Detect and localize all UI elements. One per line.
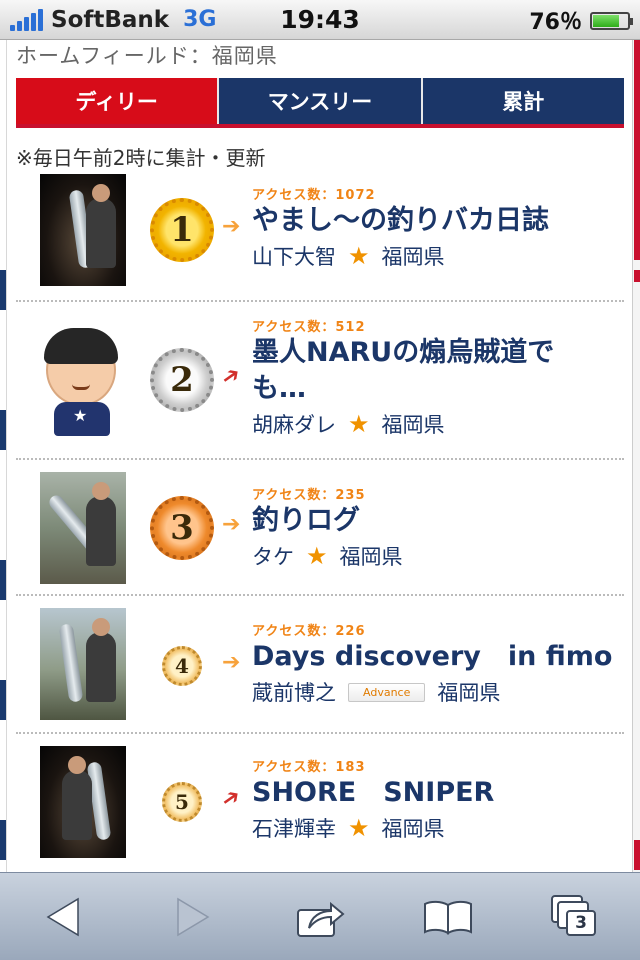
blog-title-link[interactable]: SHORE SNIPER xyxy=(252,775,624,811)
blog-title-link[interactable]: 墨人NARUの煽烏賊道で も… xyxy=(252,335,624,407)
tabs-icon[interactable]: 3 xyxy=(536,882,616,952)
trend-right-arrow-icon: ➔ xyxy=(222,650,241,675)
browser-toolbar: 3 xyxy=(0,872,640,960)
star-icon: ★ xyxy=(348,242,370,270)
carrier-name: SoftBank xyxy=(51,6,170,33)
tab-daily[interactable]: ディリー xyxy=(16,78,220,124)
signal-strength-icon xyxy=(10,8,43,31)
angler-photo[interactable] xyxy=(40,174,126,286)
owner-name: 山下大智 xyxy=(252,245,336,269)
right-edge-strip xyxy=(632,40,640,872)
trend-right-arrow-icon: ➔ xyxy=(222,512,241,537)
region-label: 福岡県 xyxy=(381,817,445,841)
star-icon: ★ xyxy=(306,542,328,570)
advance-badge: Advance xyxy=(348,682,426,702)
share-icon[interactable] xyxy=(280,882,360,952)
blog-title-link[interactable]: Days discovery in fimo xyxy=(252,639,624,675)
network-type: 3G xyxy=(183,7,217,32)
web-page[interactable]: ホームフィールド：福岡県 ディリー マンスリー 累計 ※毎日午前2時に集計・更新… xyxy=(0,40,640,872)
ranking-item-2[interactable]: ★ 2 ➔ アクセス数：512 墨人NARUの煽烏賊道で も… 胡麻ダレ ★ 福岡… xyxy=(16,302,624,460)
tab-count: 3 xyxy=(566,909,596,936)
tab-monthly[interactable]: マンスリー xyxy=(219,78,423,124)
angler-photo[interactable] xyxy=(40,608,126,720)
trend-up-arrow-icon: ➔ xyxy=(216,782,246,815)
ranking-list: 1 ➔ アクセス数：1072 やまし〜の釣りバカ日誌 山下大智 ★ 福岡県 ★ … xyxy=(16,166,624,864)
tab-total[interactable]: 累計 xyxy=(422,78,624,124)
access-count: アクセス数：226 xyxy=(252,624,366,639)
home-field-label: ホームフィールド：福岡県 xyxy=(16,44,278,68)
angler-photo[interactable] xyxy=(40,472,126,584)
owner-name: 石津輝幸 xyxy=(252,817,336,841)
rank-medal-gold-icon: 1 xyxy=(150,198,214,262)
ranking-item-3[interactable]: 3 ➔ アクセス数：235 釣りログ タケ ★ 福岡県 xyxy=(16,460,624,596)
access-count: アクセス数：235 xyxy=(252,488,366,503)
ranking-tabs: ディリー マンスリー 累計 xyxy=(16,78,624,128)
blog-title-link[interactable]: やまし〜の釣りバカ日誌 xyxy=(252,203,624,239)
ranking-item-4[interactable]: 4 ➔ アクセス数：226 Days discovery in fimo 蔵前博… xyxy=(16,596,624,734)
region-label: 福岡県 xyxy=(437,681,501,705)
back-arrow-icon[interactable] xyxy=(24,882,104,952)
rank-medal-bronze-icon: 3 xyxy=(150,496,214,560)
access-count: アクセス数：183 xyxy=(252,760,366,775)
battery-icon xyxy=(590,12,633,30)
star-icon: ★ xyxy=(348,410,370,438)
trend-right-arrow-icon: ➔ xyxy=(222,214,241,239)
owner-name: 胡麻ダレ xyxy=(252,413,336,437)
region-label: 福岡県 xyxy=(381,413,445,437)
forward-arrow-icon xyxy=(152,882,232,952)
access-count: アクセス数：512 xyxy=(252,320,366,335)
blog-title-line-2: も… xyxy=(252,373,306,404)
rank-medal-4-icon: 4 xyxy=(162,646,202,686)
star-icon: ★ xyxy=(348,814,370,842)
avatar-illustration[interactable]: ★ xyxy=(40,324,126,436)
region-label: 福岡県 xyxy=(339,545,403,569)
owner-name: タケ xyxy=(252,545,294,569)
region-label: 福岡県 xyxy=(381,245,445,269)
rank-medal-silver-icon: 2 xyxy=(150,348,214,412)
bookmarks-icon[interactable] xyxy=(408,882,488,952)
status-bar: SoftBank 3G 19:43 76％ xyxy=(0,0,640,40)
blog-title-line-1: 墨人NARUの煽烏賊道で xyxy=(252,337,555,368)
ranking-item-1[interactable]: 1 ➔ アクセス数：1072 やまし〜の釣りバカ日誌 山下大智 ★ 福岡県 xyxy=(16,166,624,302)
battery-percent: 76％ xyxy=(529,9,582,35)
angler-photo[interactable] xyxy=(40,746,126,858)
trend-up-arrow-icon: ➔ xyxy=(216,360,246,393)
owner-name: 蔵前博之 xyxy=(252,681,336,705)
blog-title-link[interactable]: 釣りログ xyxy=(252,503,624,539)
ranking-item-5[interactable]: 5 ➔ アクセス数：183 SHORE SNIPER 石津輝幸 ★ 福岡県 xyxy=(16,734,624,864)
left-edge-strip xyxy=(0,40,7,872)
rank-medal-5-icon: 5 xyxy=(162,782,202,822)
access-count: アクセス数：1072 xyxy=(252,188,376,203)
